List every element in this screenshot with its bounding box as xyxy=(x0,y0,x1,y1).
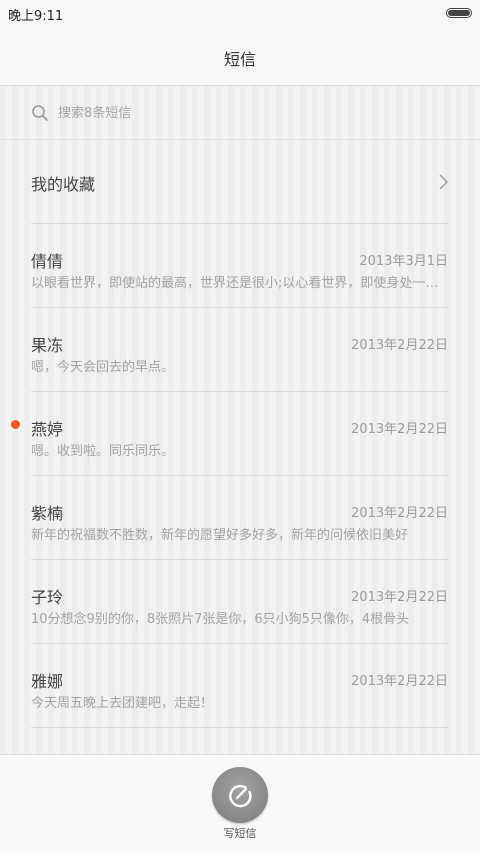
battery-fill xyxy=(448,10,470,16)
chevron-right-icon xyxy=(439,174,449,190)
message-preview: 10分想念9别的你，8张照片7张是你，6只小狗5只像你，4根骨头 xyxy=(31,612,410,627)
bottom-bar: 写短信 xyxy=(0,754,480,853)
compose-button[interactable] xyxy=(212,767,268,823)
status-time: 晚上9:11 xyxy=(8,9,64,24)
page-title: 短信 xyxy=(223,50,256,69)
conversation-item-1[interactable]: 倩倩 2013年3月1日 以眼看世界，即使站的最高，世界还是很小;以心看世界，即… xyxy=(0,224,480,308)
message-preview: 以眼看世界，即使站的最高，世界还是很小;以心看世界，即使身处一隅，世界也会很大 xyxy=(31,276,449,291)
compose-icon xyxy=(229,784,252,808)
message-date: 2013年2月22日 xyxy=(351,338,448,353)
message-date: 2013年2月22日 xyxy=(351,422,448,437)
contact-name: 果冻 xyxy=(31,336,64,355)
divider xyxy=(31,727,448,728)
conversation-item-4[interactable]: 紫楠 2013年2月22日 新年的祝福数不胜数，新年的愿望好多好多，新年的问候依… xyxy=(0,476,480,560)
contact-name: 紫楠 xyxy=(31,504,64,523)
contact-name: 雅娜 xyxy=(31,672,64,691)
compose-label: 写短信 xyxy=(223,827,257,840)
message-preview: 嗯，今天会回去的早点。 xyxy=(31,360,175,375)
conversation-list[interactable]: 我的收藏 倩倩 2013年3月1日 以眼看世界，即使站的最高，世界还是很小;以心… xyxy=(0,86,480,754)
favorites-row[interactable]: 我的收藏 xyxy=(0,140,480,224)
contact-name: 燕婷 xyxy=(31,420,64,439)
message-date: 2013年2月22日 xyxy=(351,590,448,605)
message-date: 2013年3月1日 xyxy=(359,254,448,269)
conversation-item-6[interactable]: 雅娜 2013年2月22日 今天周五晚上去团建吧，走起！ xyxy=(0,644,480,728)
contact-name: 倩倩 xyxy=(31,252,64,271)
conversation-item-3[interactable]: 燕婷 2013年2月22日 嗯。收到啦。同乐同乐。 xyxy=(0,392,480,476)
battery-icon xyxy=(446,8,472,18)
unread-dot-icon xyxy=(11,420,20,429)
message-date: 2013年2月22日 xyxy=(351,674,448,689)
conversation-item-2[interactable]: 果冻 2013年2月22日 嗯，今天会回去的早点。 xyxy=(0,308,480,392)
message-date: 2013年2月22日 xyxy=(351,506,448,521)
message-preview: 今天周五晚上去团建吧，走起！ xyxy=(31,696,214,711)
search-icon xyxy=(32,105,48,121)
message-preview: 新年的祝福数不胜数，新年的愿望好多好多，新年的问候依旧美好 xyxy=(31,528,409,543)
favorites-label: 我的收藏 xyxy=(31,175,96,194)
search-bar[interactable] xyxy=(0,86,480,140)
title-bar: 短信 xyxy=(0,28,480,86)
message-preview: 嗯。收到啦。同乐同乐。 xyxy=(31,444,175,459)
conversation-item-5[interactable]: 子玲 2013年2月22日 10分想念9别的你，8张照片7张是你，6只小狗5只像… xyxy=(0,560,480,644)
status-bar: 晚上9:11 xyxy=(0,0,480,28)
search-input[interactable] xyxy=(58,104,438,122)
contact-name: 子玲 xyxy=(31,588,64,607)
